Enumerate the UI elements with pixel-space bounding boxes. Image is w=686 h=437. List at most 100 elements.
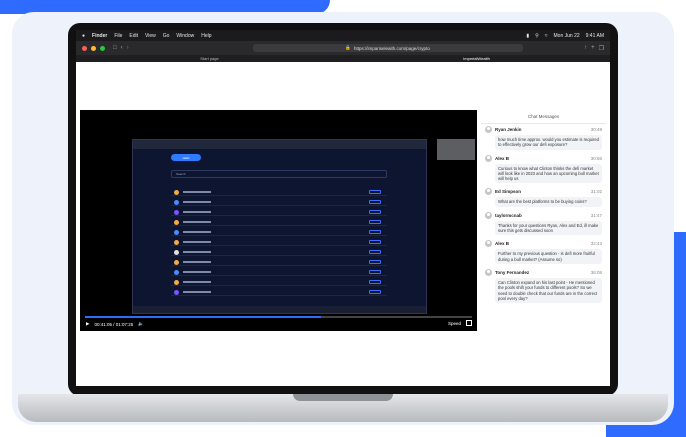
volume-icon[interactable]: 🔈 (138, 321, 144, 327)
chat-message: Ryan Jenkin 30:48 how much time approx. wo… (481, 124, 606, 153)
chat-author: taylormcnab (495, 212, 522, 218)
avatar (485, 211, 492, 219)
menu-edit[interactable]: Edit (129, 33, 138, 39)
shared-row (171, 268, 387, 276)
menu-finder[interactable]: Finder (92, 33, 107, 39)
progress-bar[interactable] (85, 316, 472, 318)
webcam-thumbnail (437, 139, 475, 160)
shared-screen: Hello Search (132, 139, 427, 314)
chat-message-header: Tony Fernandez 36:08 (485, 268, 602, 276)
avatar (485, 240, 492, 248)
player-controls: ▶ 00:41:05 / 01:07:25 🔈 Speed (80, 314, 477, 331)
menu-view[interactable]: View (145, 33, 156, 39)
chat-author: Tony Fernandez (495, 269, 530, 275)
zoom-button[interactable] (100, 45, 105, 51)
chat-text: What are the best platforms to be buying… (495, 197, 602, 207)
chat-text: Curious to know what Clinton thinks the … (495, 163, 602, 184)
tab-label: ImperialWealth (463, 56, 490, 61)
shared-row (171, 238, 387, 246)
shared-dock (133, 306, 426, 313)
shared-row (171, 198, 387, 206)
menu-window[interactable]: Window (176, 33, 194, 39)
menubar-time: 9:41 AM (585, 32, 604, 39)
browser-toolbar: □ ‹ › 🔒 https://impariseleaith.com/page/… (76, 41, 610, 55)
chat-message-header: taylormcnab 31:47 (485, 211, 602, 219)
shared-row (171, 188, 387, 196)
chat-message: Tony Fernandez 36:08 Can Clinton expand on… (481, 267, 606, 306)
close-button[interactable] (82, 45, 87, 51)
chat-time: 32:43 (590, 241, 602, 247)
shared-button: Hello (171, 154, 201, 161)
share-icon[interactable]: ↑ (584, 45, 587, 51)
menu-help[interactable]: Help (201, 33, 211, 39)
shared-row (171, 278, 387, 286)
avatar (485, 188, 492, 196)
chat-time: 31:47 (590, 212, 602, 218)
chat-text: Thanks for your questions Ryan, Alex and… (495, 220, 602, 236)
back-icon[interactable]: ‹ (121, 45, 123, 51)
lock-icon: 🔒 (345, 45, 352, 50)
shared-row (171, 208, 387, 216)
web-page: Hello Search ▶ 00:41:05 / 01:07:25 🔈 Spe… (76, 62, 610, 386)
chat-message: Alex B 30:56 Curious to know what Clinton … (481, 153, 606, 187)
menu-file[interactable]: File (114, 33, 122, 39)
laptop-notch (293, 394, 393, 401)
menubar-date: Mon Jun 22 (553, 32, 580, 39)
avatar (485, 154, 492, 162)
chat-time: 36:08 (590, 269, 602, 275)
tabs-icon[interactable]: ❐ (599, 45, 604, 52)
shared-search: Search (171, 170, 387, 178)
shared-row (171, 288, 387, 296)
tab-start-page[interactable]: Start page (76, 55, 343, 62)
chat-panel: Chat Messages Ryan Jenkin 30:48 how much t… (481, 110, 606, 379)
chat-message-header: Alex B 30:56 (485, 154, 602, 162)
chat-text: Further to my previous question - is def… (495, 249, 602, 264)
video-player[interactable]: Hello Search ▶ 00:41:05 / 01:07:25 🔈 Spe… (80, 110, 477, 331)
chat-author: Alex B (495, 241, 510, 247)
chat-time: 30:48 (590, 127, 602, 132)
chat-message-header: Alex B 32:43 (485, 240, 602, 248)
chat-message-header: Ryan Jenkin 30:48 (485, 126, 602, 133)
player-left-controls: ▶ 00:41:05 / 01:07:25 🔈 (86, 321, 144, 327)
play-icon[interactable]: ▶ (86, 321, 89, 327)
chat-messages: Ryan Jenkin 30:48 how much time approx. wo… (481, 124, 606, 306)
chat-text: Can Clinton expand on his last point - H… (495, 277, 602, 304)
chat-author: Ed Simpson (495, 189, 522, 195)
fullscreen-icon[interactable] (466, 320, 472, 326)
forward-icon[interactable]: › (127, 45, 129, 51)
chat-title: Chat Messages (481, 110, 606, 124)
battery-icon[interactable]: ▮ (526, 33, 529, 39)
chat-author: Ryan Jenkin (495, 127, 522, 132)
shared-row (171, 218, 387, 226)
minimize-button[interactable] (91, 45, 96, 51)
shared-browser-chrome (133, 140, 426, 149)
chat-time: 30:56 (590, 155, 602, 161)
stage: ● Finder File Edit View Go Window Help ▮… (0, 0, 686, 437)
new-tab-icon[interactable]: + (591, 45, 595, 51)
wifi-icon[interactable]: ≈ (545, 33, 548, 39)
menu-go[interactable]: Go (163, 33, 170, 39)
tab-label: Start page (200, 56, 219, 61)
laptop-screen: ● Finder File Edit View Go Window Help ▮… (76, 30, 610, 386)
avatar (485, 268, 492, 276)
tab-strip: Start page ImperialWealth (76, 55, 610, 62)
url-bar[interactable]: 🔒 https://impariseleaith.com/page/crypto (252, 44, 523, 52)
progress-fill (85, 316, 321, 318)
chat-text: how much time approx. would you estimate… (495, 135, 602, 150)
chat-author: Alex B (495, 155, 510, 161)
chat-message: Alex B 32:43 Further to my previous questi… (481, 238, 606, 267)
chat-message: Ed Simpson 31:02 What are the best platfor… (481, 186, 606, 209)
menubar-status: ▮ ⚲ ≈ Mon Jun 22 9:41 AM (526, 33, 604, 39)
shared-row (171, 228, 387, 236)
chat-time: 31:02 (590, 189, 602, 195)
chat-message-header: Ed Simpson 31:02 (485, 188, 602, 196)
sidebar-icon[interactable]: □ (113, 45, 117, 51)
url-text: https://impariseleaith.com/page/crypto (354, 45, 430, 51)
speed-button[interactable]: Speed (448, 321, 461, 326)
apple-icon[interactable]: ● (82, 33, 85, 39)
search-icon[interactable]: ⚲ (535, 33, 539, 39)
shared-row (171, 248, 387, 256)
time-readout: 00:41:05 / 01:07:25 (94, 321, 134, 327)
mac-menubar: ● Finder File Edit View Go Window Help ▮… (76, 30, 610, 41)
tab-imperialwealth[interactable]: ImperialWealth (343, 55, 610, 62)
